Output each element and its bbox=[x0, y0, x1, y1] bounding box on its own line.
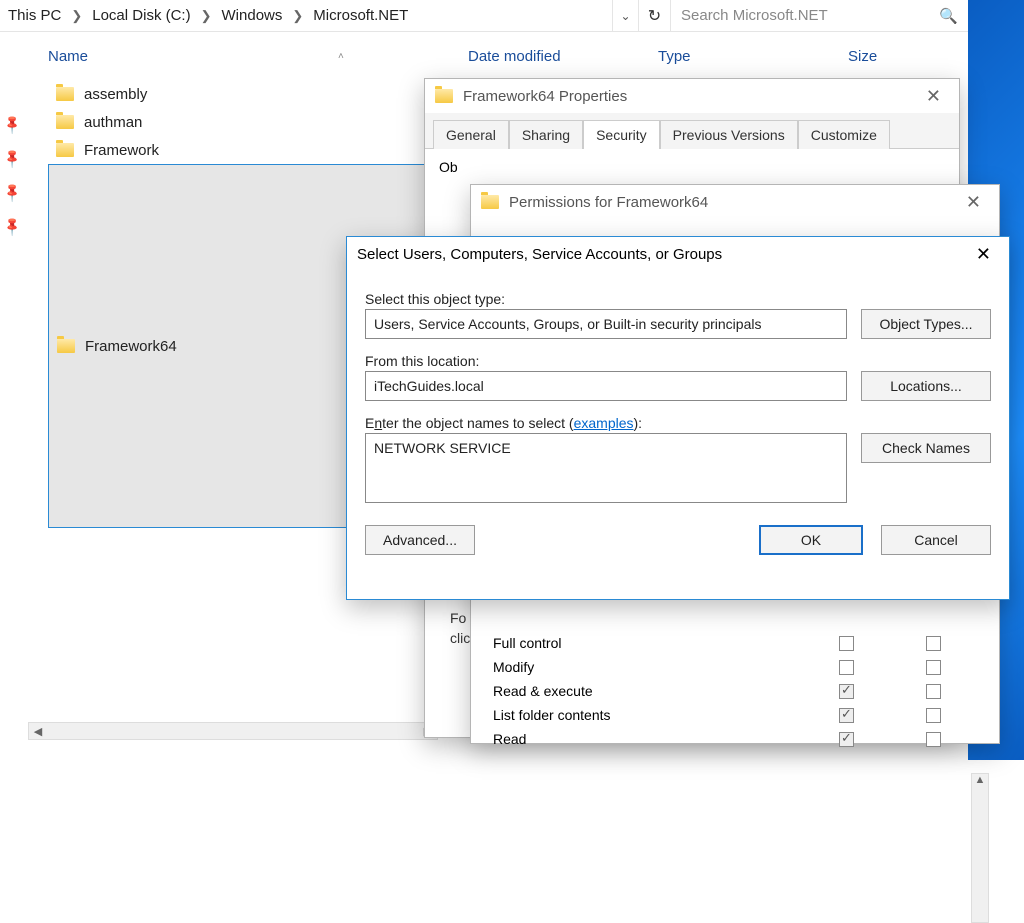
breadcrumb-bar[interactable]: This PC ❯ Local Disk (C:) ❯ Windows ❯ Mi… bbox=[0, 0, 612, 31]
search-icon: 🔍 bbox=[939, 7, 958, 25]
vertical-scrollbar[interactable]: ▲ bbox=[971, 773, 989, 923]
close-icon[interactable]: ✕ bbox=[968, 240, 999, 269]
deny-checkbox[interactable] bbox=[926, 660, 941, 675]
folder-icon bbox=[56, 115, 74, 129]
cancel-button[interactable]: Cancel bbox=[881, 525, 991, 555]
folder-icon bbox=[481, 195, 499, 209]
address-bar-row: This PC ❯ Local Disk (C:) ❯ Windows ❯ Mi… bbox=[0, 0, 968, 32]
col-size[interactable]: Size bbox=[848, 48, 928, 65]
scroll-left-icon[interactable]: ◀ bbox=[29, 725, 47, 738]
examples-link[interactable]: examples bbox=[574, 415, 634, 431]
dialog-title: Framework64 Properties bbox=[463, 88, 627, 105]
folder-icon bbox=[57, 339, 75, 353]
tab-sharing[interactable]: Sharing bbox=[509, 120, 583, 149]
search-placeholder: Search Microsoft.NET bbox=[681, 7, 828, 24]
check-names-button[interactable]: Check Names bbox=[861, 433, 991, 463]
breadcrumb[interactable]: Microsoft.NET bbox=[309, 7, 412, 24]
close-icon[interactable]: ✕ bbox=[918, 82, 949, 111]
folder-icon bbox=[56, 87, 74, 101]
folder-name: Framework bbox=[84, 142, 159, 159]
breadcrumb[interactable]: Local Disk (C:) bbox=[88, 7, 194, 24]
deny-checkbox[interactable] bbox=[926, 732, 941, 747]
object-type-field[interactable]: Users, Service Accounts, Groups, or Buil… bbox=[365, 309, 847, 339]
permissions-help-text: Fo clic bbox=[450, 608, 470, 648]
horizontal-scrollbar[interactable]: ◀ ▶ bbox=[28, 722, 438, 740]
chevron-right-icon: ❯ bbox=[65, 8, 88, 24]
allow-checkbox[interactable] bbox=[839, 732, 854, 747]
chevron-right-icon: ❯ bbox=[195, 8, 218, 24]
permission-row: List folder contents bbox=[487, 703, 983, 727]
tab-security[interactable]: Security bbox=[583, 120, 660, 149]
permission-row: Read & execute bbox=[487, 679, 983, 703]
tab-general[interactable]: General bbox=[433, 120, 509, 149]
chevron-right-icon: ❯ bbox=[286, 8, 309, 24]
dialog-title: Permissions for Framework64 bbox=[509, 194, 708, 211]
deny-checkbox[interactable] bbox=[926, 684, 941, 699]
allow-checkbox[interactable] bbox=[839, 636, 854, 651]
folder-name: Framework64 bbox=[85, 338, 177, 355]
ok-button[interactable]: OK bbox=[759, 525, 863, 555]
allow-checkbox[interactable] bbox=[839, 684, 854, 699]
pin-icon: 📌 bbox=[1, 146, 25, 170]
search-input[interactable]: Search Microsoft.NET 🔍 bbox=[670, 0, 968, 31]
dialog-title: Select Users, Computers, Service Account… bbox=[357, 246, 722, 263]
folder-icon bbox=[435, 89, 453, 103]
locations-button[interactable]: Locations... bbox=[861, 371, 991, 401]
address-dropdown-icon[interactable]: ⌄ bbox=[612, 0, 638, 31]
deny-checkbox[interactable] bbox=[926, 708, 941, 723]
folder-name: authman bbox=[84, 114, 142, 131]
dialog-titlebar[interactable]: Select Users, Computers, Service Account… bbox=[347, 237, 1009, 271]
select-users-dialog: Select Users, Computers, Service Account… bbox=[346, 236, 1010, 600]
object-names-input[interactable]: NETWORK SERVICE bbox=[365, 433, 847, 503]
enter-names-label: Enter the object names to select (exampl… bbox=[365, 415, 991, 431]
pin-icon: 📌 bbox=[1, 180, 25, 204]
tab-bar: General Sharing Security Previous Versio… bbox=[425, 113, 959, 149]
advanced-button[interactable]: Advanced... bbox=[365, 525, 475, 555]
permissions-table: Full control Modify Read & execute List … bbox=[487, 631, 983, 751]
pin-icon: 📌 bbox=[1, 112, 25, 136]
permission-row: Read bbox=[487, 727, 983, 751]
permission-row: Full control bbox=[487, 631, 983, 655]
permission-row: Modify bbox=[487, 655, 983, 679]
allow-checkbox[interactable] bbox=[839, 660, 854, 675]
sort-indicator-icon: ˄ bbox=[338, 51, 344, 62]
deny-checkbox[interactable] bbox=[926, 636, 941, 651]
allow-checkbox[interactable] bbox=[839, 708, 854, 723]
dialog-titlebar[interactable]: Framework64 Properties ✕ bbox=[425, 79, 959, 113]
col-type[interactable]: Type bbox=[658, 48, 848, 65]
location-field[interactable]: iTechGuides.local bbox=[365, 371, 847, 401]
folder-icon bbox=[56, 143, 74, 157]
tab-previous-versions[interactable]: Previous Versions bbox=[660, 120, 798, 149]
folder-name: assembly bbox=[84, 86, 147, 103]
object-type-label: Select this object type: bbox=[365, 291, 991, 307]
tab-customize[interactable]: Customize bbox=[798, 120, 890, 149]
breadcrumb[interactable]: This PC bbox=[4, 7, 65, 24]
close-icon[interactable]: ✕ bbox=[958, 188, 989, 217]
location-label: From this location: bbox=[365, 353, 991, 369]
col-name[interactable]: Name bbox=[48, 48, 88, 65]
column-headers: Name ˄ Date modified Type Size bbox=[0, 32, 968, 80]
refresh-icon[interactable]: ↻ bbox=[638, 0, 670, 31]
dialog-titlebar[interactable]: Permissions for Framework64 ✕ bbox=[471, 185, 999, 219]
quick-access-pins: 📌 📌 📌 📌 bbox=[0, 98, 22, 234]
col-date-modified[interactable]: Date modified bbox=[468, 48, 658, 65]
breadcrumb[interactable]: Windows bbox=[218, 7, 287, 24]
object-name-label: Ob bbox=[439, 159, 458, 175]
object-types-button[interactable]: Object Types... bbox=[861, 309, 991, 339]
scroll-up-icon[interactable]: ▲ bbox=[972, 774, 988, 786]
